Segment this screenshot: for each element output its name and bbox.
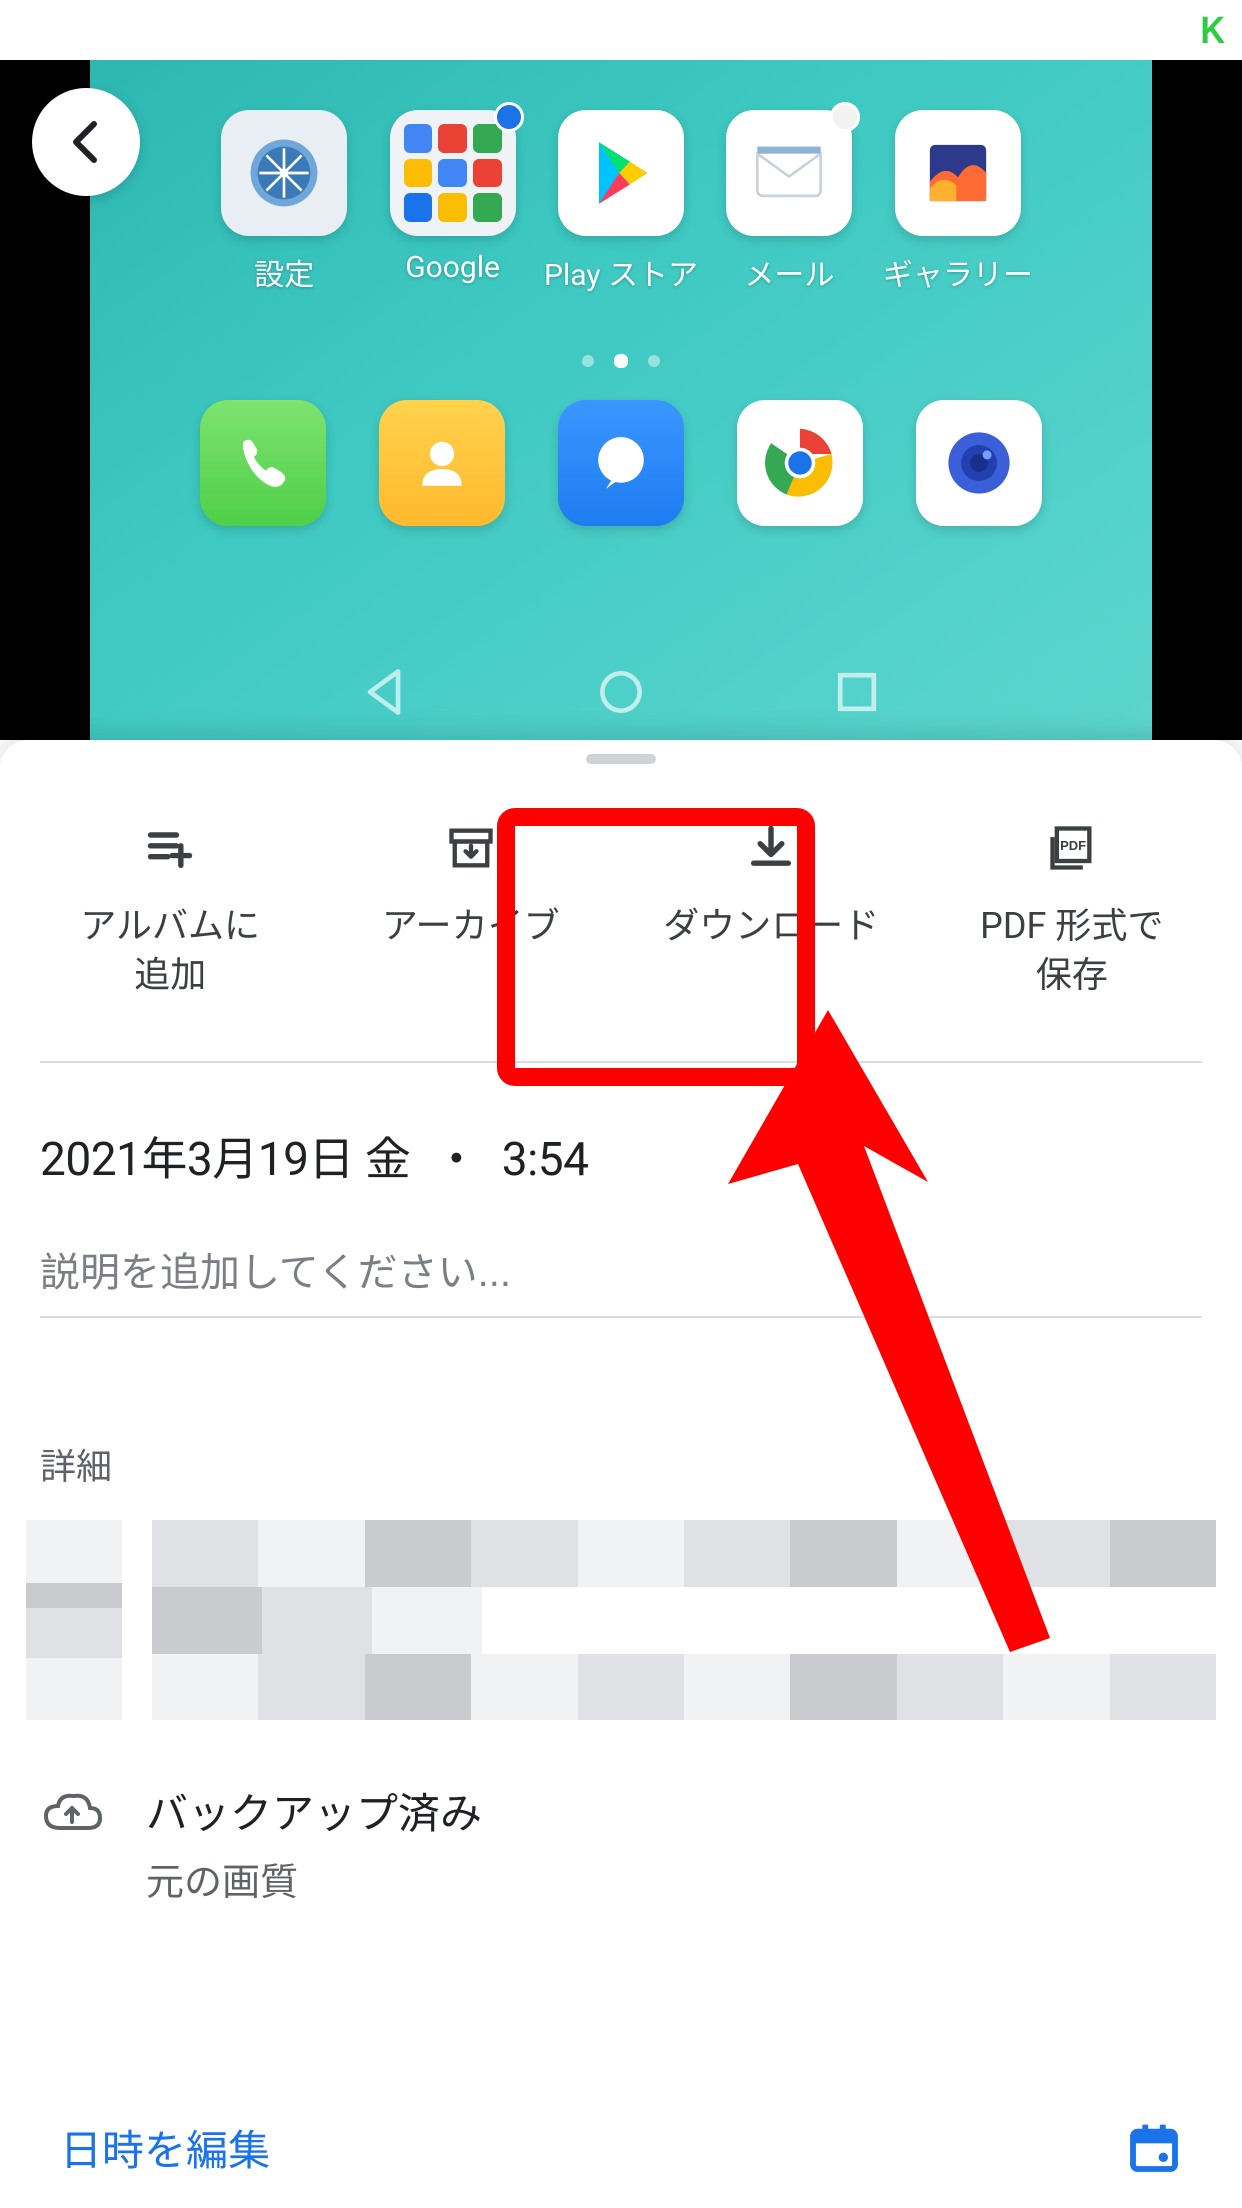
app-label: メール: [744, 250, 834, 294]
app-gallery: ギャラリー: [874, 110, 1042, 294]
dock-messages: [558, 400, 684, 526]
info-bottom-sheet: アルバムに 追加 アーカイブ ダウンロード PDF PDF 形式で 保存 202…: [0, 740, 1242, 2208]
nav-recents-icon: [829, 664, 885, 720]
app-label: ギャラリー: [883, 250, 1033, 294]
app-label: 設定: [254, 250, 314, 294]
status-indicator: K: [1200, 10, 1225, 53]
backup-status-row: バックアップ済み 元の画質: [0, 1720, 1242, 1906]
chevron-left-icon: [62, 118, 110, 166]
back-button[interactable]: [32, 88, 140, 196]
app-google-folder: Google: [368, 110, 536, 294]
dock-camera: [916, 400, 1042, 526]
screenshot-content: 設定 Google: [90, 60, 1152, 740]
status-bar: K: [0, 0, 1242, 60]
pdf-icon: PDF: [1046, 822, 1098, 874]
nav-home-icon: [593, 664, 649, 720]
dock-contacts: [379, 400, 505, 526]
redacted-file-info: [26, 1520, 1216, 1720]
notification-dot: [494, 102, 524, 132]
page-indicator: [582, 355, 660, 368]
dock-phone: [200, 400, 326, 526]
photo-datetime: 2021年3月19日 金 ・ 3:54: [0, 1063, 1242, 1215]
photo-date: 2021年3月19日 金: [40, 1133, 410, 1187]
action-row: アルバムに 追加 アーカイブ ダウンロード PDF PDF 形式で 保存: [0, 764, 1242, 1037]
archive-button[interactable]: アーカイブ: [327, 804, 615, 1017]
app-label: Google: [405, 250, 500, 285]
backup-title: バックアップ済み: [146, 1780, 482, 1841]
photo-viewer[interactable]: 設定 Google: [0, 60, 1242, 740]
notification-dot: [830, 102, 860, 132]
photo-time: 3:54: [502, 1133, 589, 1187]
svg-text:PDF: PDF: [1060, 838, 1086, 853]
add-to-album-button[interactable]: アルバムに 追加: [26, 804, 314, 1017]
calendar-icon[interactable]: [1126, 2120, 1182, 2176]
edit-datetime-link[interactable]: 日時を編集: [60, 2117, 270, 2178]
nav-back-icon: [357, 664, 413, 720]
cloud-upload-icon: [40, 1790, 104, 1838]
playlist-add-icon: [144, 822, 196, 874]
archive-icon: [445, 822, 497, 874]
app-label: Play ストア: [544, 250, 698, 294]
description-input[interactable]: [40, 1245, 1202, 1306]
app-settings: 設定: [200, 110, 368, 294]
app-play-store: Play ストア: [537, 110, 705, 294]
download-button[interactable]: ダウンロード: [627, 804, 915, 1017]
action-label: アルバムに 追加: [80, 902, 260, 999]
description-field[interactable]: [40, 1245, 1202, 1318]
drag-handle[interactable]: [586, 754, 656, 764]
save-as-pdf-button[interactable]: PDF PDF 形式で 保存: [928, 804, 1216, 1017]
action-label: ダウンロード: [663, 902, 879, 951]
backup-subtitle: 元の画質: [146, 1851, 482, 1906]
download-icon: [745, 822, 797, 874]
app-mail: メール: [705, 110, 873, 294]
action-label: アーカイブ: [382, 902, 560, 951]
action-label: PDF 形式で 保存: [980, 902, 1163, 999]
android-nav-bar: [357, 664, 885, 720]
dock-chrome: [737, 400, 863, 526]
details-header: 詳細: [0, 1318, 1242, 1520]
